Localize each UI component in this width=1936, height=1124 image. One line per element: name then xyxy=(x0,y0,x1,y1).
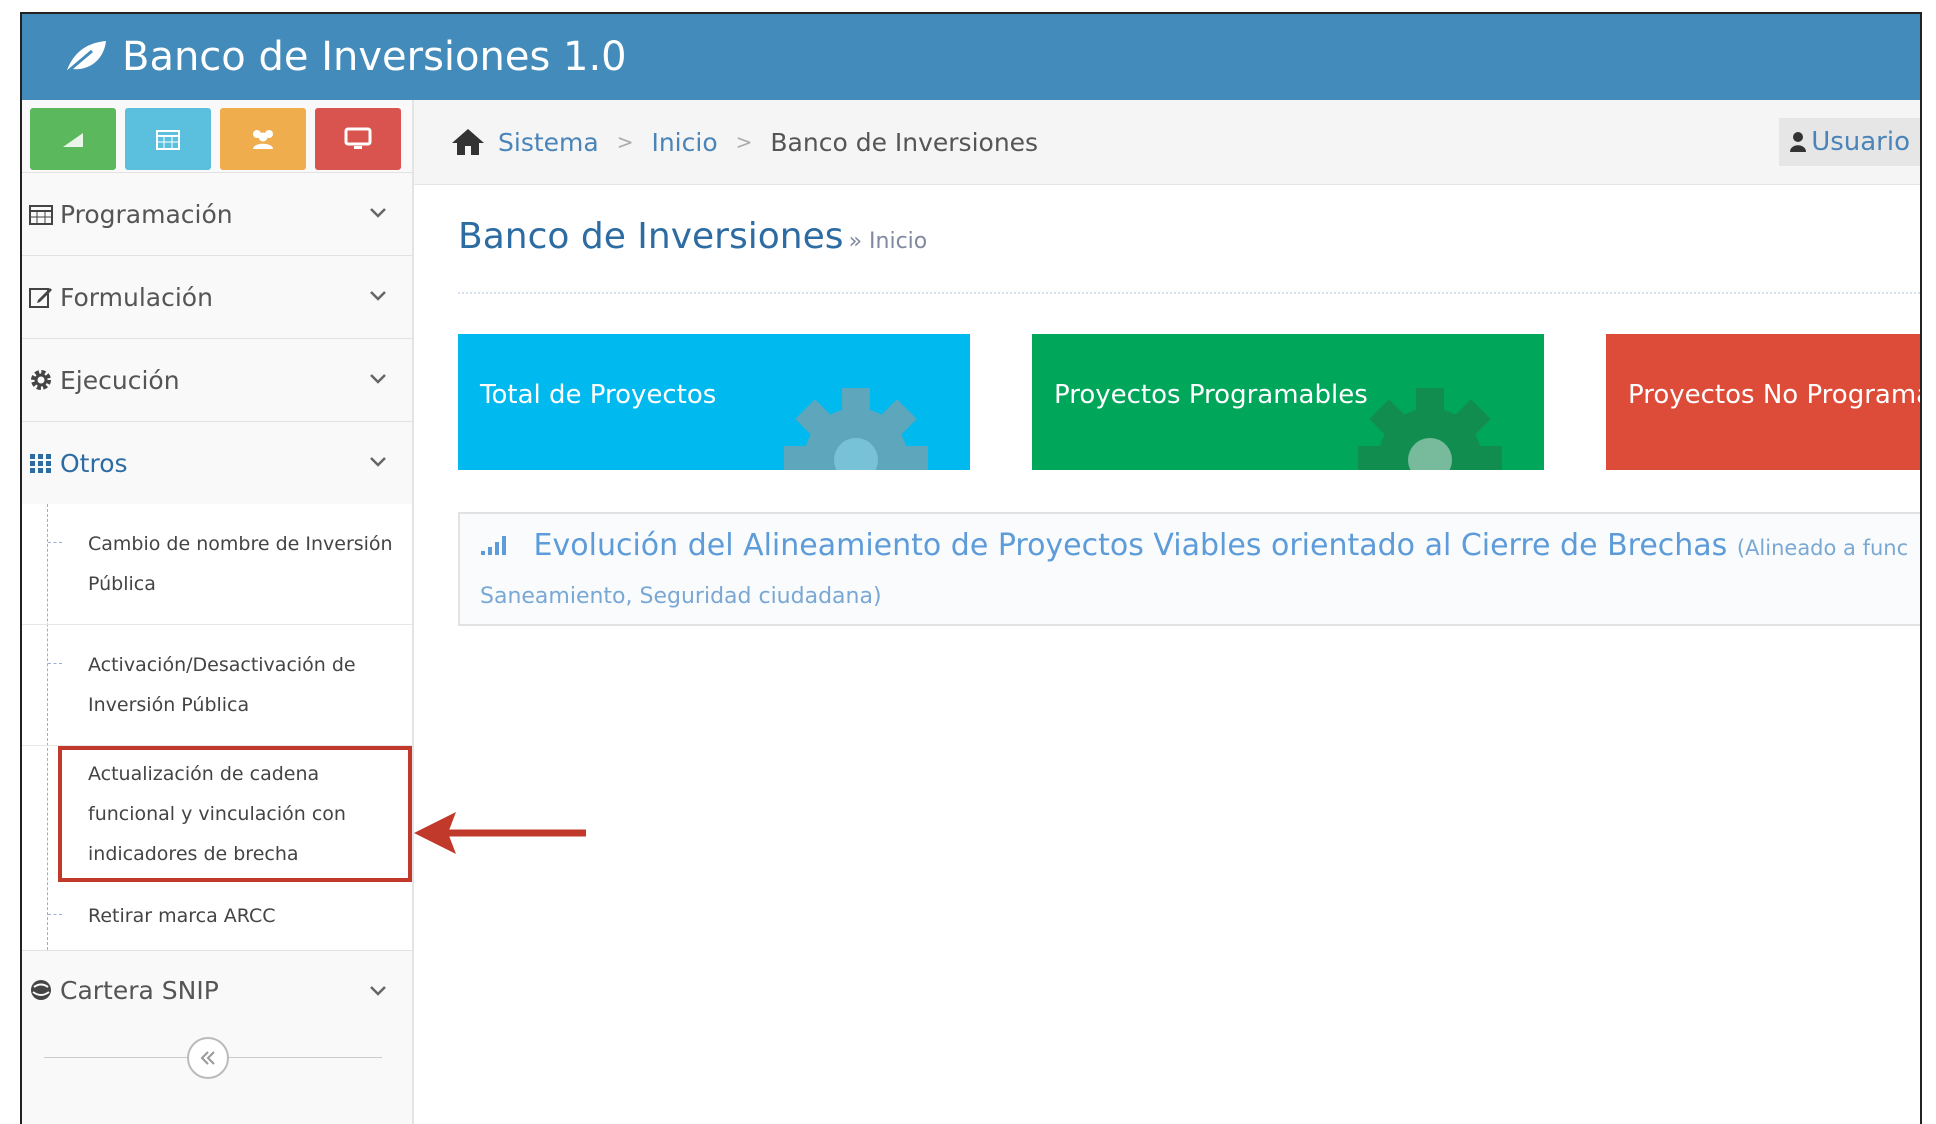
chart-panel-subtitle: Saneamiento, Seguridad ciudadana) xyxy=(480,584,882,609)
sidebar-collapse-row xyxy=(22,1029,412,1085)
sidebar-item-label: Ejecución xyxy=(60,365,180,395)
stat-proyectos-programables[interactable]: Proyectos Programables xyxy=(1032,334,1544,470)
sidebar-shortcuts xyxy=(22,100,412,172)
submenu-item-label: Actualización de cadena funcional y vinc… xyxy=(88,763,346,865)
chart-panel-title: Evolución del Alineamiento de Proyectos … xyxy=(480,528,1908,563)
shortcut-calendar-button[interactable] xyxy=(125,108,211,170)
submenu-item-cambio-nombre[interactable]: Cambio de nombre de Inversión Pública xyxy=(22,504,412,625)
chevron-down-icon xyxy=(370,986,386,996)
app-window: Banco de Inversiones 1.0 Programación Fo… xyxy=(20,12,1922,1124)
user-menu-button[interactable]: Usuario xyxy=(1779,118,1920,166)
home-icon xyxy=(452,129,484,155)
shortcut-signal-button[interactable] xyxy=(30,108,116,170)
stat-proyectos-no-programables[interactable]: Proyectos No Programa xyxy=(1606,334,1922,470)
sidebar-item-label: Otros xyxy=(60,448,128,478)
submenu-item-label: Activación/Desactivación de Inversión Pú… xyxy=(88,654,356,716)
top-navbar: Banco de Inversiones 1.0 xyxy=(22,14,1920,100)
breadcrumb-sistema[interactable]: Sistema xyxy=(498,128,599,157)
chart-panel-heading-note: (Alineado a func xyxy=(1736,536,1909,560)
sidebar-item-ejecucion[interactable]: Ejecución xyxy=(22,338,412,421)
edit-icon xyxy=(26,286,56,308)
sidebar-item-cartera-snip[interactable]: Cartera SNIP xyxy=(22,950,412,1029)
chevron-down-icon xyxy=(370,374,386,384)
shortcut-users-button[interactable] xyxy=(220,108,306,170)
sidebar-item-label: Cartera SNIP xyxy=(60,975,219,1005)
chevron-down-icon xyxy=(370,457,386,467)
users-icon xyxy=(253,130,273,149)
gear-icon xyxy=(784,388,928,470)
submenu-item-label: Cambio de nombre de Inversión Pública xyxy=(88,533,393,595)
app-title: Banco de Inversiones 1.0 xyxy=(122,34,627,80)
shortcut-monitor-button[interactable] xyxy=(315,108,401,170)
calendar-icon xyxy=(26,203,56,225)
submenu-item-actualizacion-cadena[interactable]: Actualización de cadena funcional y vinc… xyxy=(58,746,412,882)
sidebar-item-label: Programación xyxy=(60,199,233,229)
cog-icon xyxy=(26,368,56,392)
sidebar-item-formulacion[interactable]: Formulación xyxy=(22,255,412,338)
sidebar: Programación Formulación Ejecución Otros xyxy=(22,100,414,1124)
breadcrumb: Sistema > Inicio > Banco de Inversiones … xyxy=(414,100,1920,185)
user-icon xyxy=(1790,132,1807,152)
tree-branch xyxy=(48,542,62,543)
stat-label: Proyectos Programables xyxy=(1054,380,1368,410)
page-header: Banco de Inversiones » Inicio xyxy=(458,216,1920,294)
sidebar-collapse-button[interactable] xyxy=(187,1037,229,1079)
signal-icon xyxy=(481,536,506,555)
stat-label: Proyectos No Programa xyxy=(1628,380,1922,410)
submenu-otros: Cambio de nombre de Inversión Pública Ac… xyxy=(22,504,412,950)
breadcrumb-separator: > xyxy=(616,130,634,154)
sidebar-item-otros[interactable]: Otros xyxy=(22,421,412,504)
chevron-down-icon xyxy=(370,291,386,301)
gear-icon xyxy=(1358,388,1502,470)
chevron-down-icon xyxy=(370,208,386,218)
stat-total-proyectos[interactable]: Total de Proyectos xyxy=(458,334,970,470)
breadcrumb-separator: > xyxy=(735,130,753,154)
tree-branch xyxy=(48,663,62,664)
leaf-icon xyxy=(65,41,106,75)
sidebar-item-label: Formulación xyxy=(60,282,213,312)
double-chevron-left-icon xyxy=(200,1051,215,1065)
chart-panel: Evolución del Alineamiento de Proyectos … xyxy=(458,512,1920,626)
monitor-icon xyxy=(344,127,372,149)
globe-icon xyxy=(26,978,56,1002)
calendar-icon xyxy=(156,130,180,150)
page-title: Banco de Inversiones xyxy=(458,216,844,257)
breadcrumb-current: Banco de Inversiones xyxy=(770,127,1039,157)
user-label: Usuario xyxy=(1811,127,1910,157)
signal-icon xyxy=(63,133,83,147)
annotation-arrow xyxy=(414,812,586,854)
submenu-item-retirar-arcc[interactable]: Retirar marca ARCC xyxy=(22,882,412,950)
chart-panel-heading: Evolución del Alineamiento de Proyectos … xyxy=(533,528,1728,563)
grid-icon xyxy=(26,452,56,474)
tree-branch xyxy=(48,914,62,915)
sidebar-item-programacion[interactable]: Programación xyxy=(22,172,412,255)
page-subtitle: » Inicio xyxy=(848,229,928,254)
submenu-item-label: Retirar marca ARCC xyxy=(88,905,276,927)
main-content: Banco de Inversiones » Inicio Total de P… xyxy=(414,186,1920,1124)
submenu-item-activacion[interactable]: Activación/Desactivación de Inversión Pú… xyxy=(22,625,412,746)
breadcrumb-inicio[interactable]: Inicio xyxy=(651,128,717,157)
stat-label: Total de Proyectos xyxy=(480,380,717,410)
